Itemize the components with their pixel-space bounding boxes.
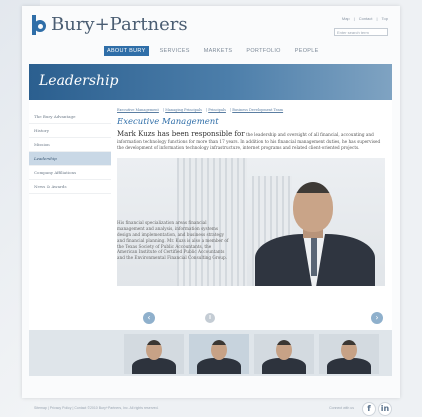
carousel-next-button[interactable]: ›	[371, 312, 383, 324]
sidebar-item-leadership[interactable]: Leadership	[29, 152, 111, 166]
thumbnail[interactable]	[189, 334, 249, 374]
lead-name: Mark Kuzs has been responsible for	[117, 130, 245, 138]
crumb-principals[interactable]: Principals	[208, 108, 226, 112]
nav-people[interactable]: PEOPLE	[292, 46, 322, 56]
nav-services[interactable]: SERVICES	[157, 46, 193, 56]
util-link-top[interactable]: Top	[382, 16, 388, 21]
crumb-bizdev[interactable]: Business Development Team	[232, 108, 283, 112]
logo[interactable]: Bury+Partners	[32, 14, 188, 35]
nav-markets[interactable]: MARKETS	[201, 46, 236, 56]
thumbnail[interactable]	[319, 334, 379, 374]
sidebar-item-advantage[interactable]: The Bury Advantage	[29, 110, 111, 124]
crumb-managing[interactable]: Managing Principals	[165, 108, 202, 112]
thumbnail-strip	[29, 330, 392, 376]
sidebar-item-mission[interactable]: Mission	[29, 138, 111, 152]
sidebar-item-affiliations[interactable]: Company Affiliations	[29, 166, 111, 180]
content-area: The Bury Advantage History Mission Leade…	[29, 100, 392, 376]
page: Bury+Partners Map | Contact | Top Enter …	[22, 6, 400, 398]
body-paragraph: His financial specialization areas finan…	[117, 220, 229, 261]
carousel-prev-button[interactable]: ‹	[143, 312, 155, 324]
utility-links: Map | Contact | Top	[341, 16, 388, 21]
thumbnail[interactable]	[254, 334, 314, 374]
nav-about[interactable]: ABOUT BURY	[104, 46, 149, 56]
leader-photo: His financial specialization areas finan…	[117, 158, 385, 286]
footer: Sitemap | Privacy Policy | Contact ©2010…	[22, 402, 400, 416]
util-link-map[interactable]: Map	[342, 16, 350, 21]
section-heading: Executive Management	[117, 117, 219, 127]
main-nav: ABOUT BURY SERVICES MARKETS PORTFOLIO PE…	[104, 46, 322, 56]
page-title: Leadership	[39, 73, 119, 89]
brand-name: Bury+Partners	[51, 14, 188, 35]
sidebar-item-history[interactable]: History	[29, 124, 111, 138]
lead-paragraph: Mark Kuzs has been responsible for the l…	[117, 130, 385, 151]
util-link-contact[interactable]: Contact	[359, 16, 373, 21]
sidebar: The Bury Advantage History Mission Leade…	[29, 110, 111, 194]
facebook-icon[interactable]: f	[362, 402, 376, 416]
logo-icon	[32, 14, 46, 35]
linkedin-icon[interactable]: in	[378, 402, 392, 416]
footer-connect-label: Connect with us	[329, 406, 354, 410]
nav-portfolio[interactable]: PORTFOLIO	[243, 46, 283, 56]
sidebar-item-news[interactable]: News & Awards	[29, 180, 111, 194]
portrait	[255, 176, 375, 286]
main-content: Executive Management | Managing Principal…	[117, 108, 385, 151]
search-input[interactable]: Enter search term	[334, 28, 388, 36]
crumb-executive[interactable]: Executive Management	[117, 108, 159, 112]
footer-links[interactable]: Sitemap | Privacy Policy | Contact ©2010…	[34, 406, 159, 410]
breadcrumb: Executive Management | Managing Principal…	[117, 108, 284, 112]
page-banner: Leadership	[29, 64, 392, 100]
thumbnail[interactable]	[124, 334, 184, 374]
carousel-pause-button[interactable]: II	[205, 313, 215, 323]
